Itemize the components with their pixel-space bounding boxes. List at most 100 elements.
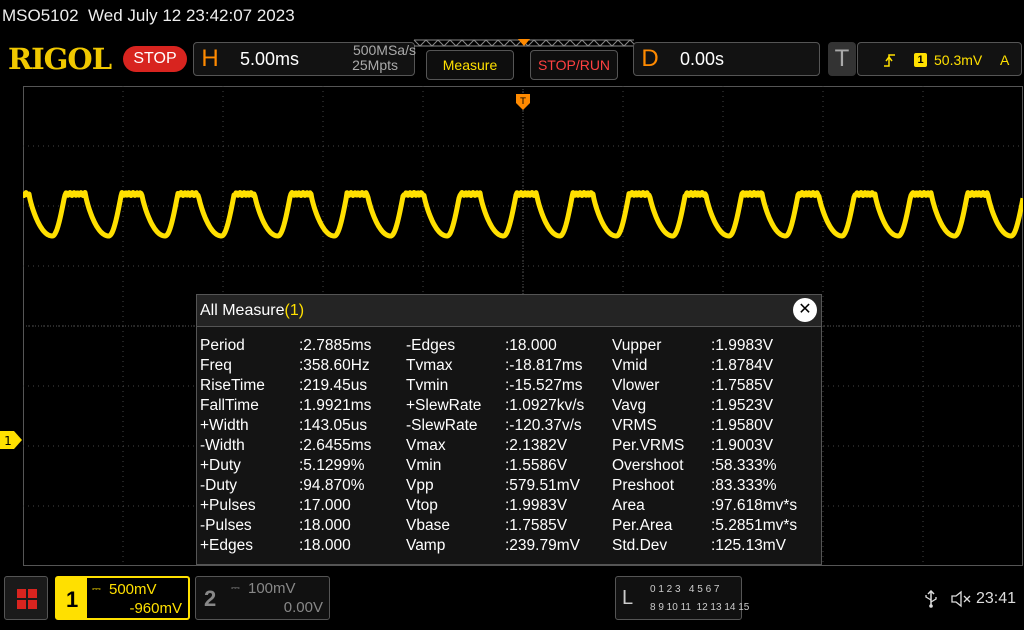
measure-label: Vmin (406, 457, 442, 474)
dc-coupling-icon: ⎓ (92, 583, 101, 595)
measure-label: +Edges (200, 537, 254, 554)
dc-coupling-icon: ⎓ (231, 582, 240, 594)
logic-analyzer-box[interactable]: L 0 1 2 3 4 5 6 7 8 9 10 11 12 13 14 15 (615, 576, 749, 620)
measure-label: Vtop (406, 497, 438, 514)
trigger-position-strip (413, 39, 635, 47)
measure-value: :83.333% (711, 477, 777, 494)
measure-label: Preshoot (612, 477, 675, 494)
trigger-level: 50.3mV (934, 52, 983, 68)
ch2-offset: 0.00V (283, 599, 323, 616)
measure-value: :2.6455ms (299, 437, 372, 454)
clock: 23:41 (976, 590, 1017, 607)
measure-value: :219.45us (299, 377, 368, 394)
bottom-bar: 1 ⎓ 500mV -960mV 2 ⎓ 100mV 0.00V L 0 1 2… (0, 566, 1024, 630)
measure-value: :5.1299% (299, 457, 365, 474)
measure-label: FallTime (200, 397, 259, 414)
measure-value: :579.51mV (505, 477, 580, 494)
measure-value: :5.2851mv*s (711, 517, 798, 534)
measure-value: :58.333% (711, 457, 777, 474)
measure-value: :1.9580V (711, 417, 774, 434)
timebase-value: 5.00ms (240, 49, 300, 69)
measure-panel-title: All Measure(1) (200, 302, 305, 319)
measure-value: :-15.527ms (505, 377, 583, 394)
measure-value: :1.0927kv/s (505, 397, 585, 414)
close-icon[interactable]: ✕ (793, 298, 817, 322)
measure-label: +Duty (200, 457, 241, 474)
sample-rate: 500MSa/s (352, 42, 416, 58)
measure-value: :1.9523V (711, 397, 774, 414)
measure-label: +SlewRate (406, 397, 482, 414)
delay-letter: D (641, 45, 659, 72)
menu-grid-icon[interactable] (4, 576, 48, 620)
measure-label: Vbase (406, 517, 450, 534)
svg-text:1: 1 (4, 434, 12, 448)
trigger-box[interactable]: T 1 50.3mV A (828, 42, 1022, 76)
measure-value: :2.1382V (505, 437, 568, 454)
trigger-rising-edge-icon (884, 54, 895, 67)
measure-label: Tvmin (406, 377, 449, 394)
measure-label: Vmid (612, 357, 648, 374)
speaker-mute-icon[interactable] (950, 590, 972, 608)
measure-value: :1.5586V (505, 457, 568, 474)
measure-label: -SlewRate (406, 417, 478, 434)
stop-run-button[interactable]: STOP/RUN (530, 50, 618, 80)
measure-value: :1.9983V (711, 337, 774, 354)
trigger-letter: T (828, 42, 856, 76)
logic-channels-row-2: 8 9 10 11 12 13 14 15 (650, 602, 750, 613)
measure-label: +Pulses (200, 497, 256, 514)
ch1-number: 1 (66, 587, 79, 612)
memory-depth: 25Mpts (352, 57, 398, 73)
measure-label: -Duty (200, 477, 238, 494)
measure-value: :94.870% (299, 477, 365, 494)
measure-label: Vpp (406, 477, 434, 494)
run-state-badge[interactable]: STOP (123, 46, 187, 72)
measure-value: :1.9983V (505, 497, 568, 514)
measure-label: -Pulses (200, 517, 252, 534)
measure-label: Per.Area (612, 517, 673, 534)
title-bar: MSO5102 Wed July 12 23:42:07 2023 (0, 0, 1024, 34)
measure-value: :1.9921ms (299, 397, 372, 414)
measure-value: :18.000 (299, 537, 351, 554)
measure-label: Vamp (406, 537, 446, 554)
measure-value: :17.000 (299, 497, 351, 514)
rigol-logo: RIGOL (8, 42, 112, 76)
measure-value: :239.79mV (505, 537, 580, 554)
ch2-settings[interactable]: 2 ⎓ 100mV 0.00V (195, 576, 330, 620)
measure-value: :125.13mV (711, 537, 786, 554)
logic-letter: L (622, 587, 634, 609)
logic-channels-row-1: 0 1 2 3 4 5 6 7 (650, 584, 720, 595)
measure-label: Vmax (406, 437, 446, 454)
measure-value: :2.7885ms (299, 337, 372, 354)
usb-icon (925, 590, 937, 608)
trigger-mode: A (1000, 52, 1010, 68)
measure-value: :-18.817ms (505, 357, 583, 374)
ch1-scale: 500mV (109, 581, 157, 598)
ch1-offset-marker[interactable]: 1 (0, 431, 22, 449)
measure-label: Area (612, 497, 645, 514)
top-bar: RIGOL STOP H 5.00ms 500MSa/s 25Mpts Meas… (0, 34, 1024, 86)
measure-label: -Edges (406, 337, 456, 354)
trigger-position-marker[interactable]: T (516, 94, 530, 110)
measure-label: Freq (200, 357, 232, 374)
ch1-offset: -960mV (129, 600, 182, 617)
measure-label: -Width (200, 437, 245, 454)
measure-value: :97.618mv*s (711, 497, 798, 514)
measure-value: :1.7585V (711, 377, 774, 394)
measure-value: :358.60Hz (299, 357, 370, 374)
measure-value: :18.000 (505, 337, 557, 354)
ch1-settings[interactable]: 1 ⎓ 500mV -960mV (55, 576, 190, 620)
title-text: MSO5102 Wed July 12 23:42:07 2023 (2, 6, 295, 25)
measure-label: RiseTime (200, 377, 265, 394)
measure-label: Vavg (612, 397, 647, 414)
horizontal-letter: H (201, 45, 219, 72)
measure-value: :1.9003V (711, 437, 774, 454)
delay-value: 0.00s (680, 49, 725, 69)
measure-label: VRMS (612, 417, 657, 434)
ch2-number: 2 (204, 586, 217, 611)
measure-label: +Width (200, 417, 249, 434)
measure-panel-header: All Measure(1) ✕ (197, 295, 821, 327)
measure-button[interactable]: Measure (426, 50, 514, 80)
measure-label: Std.Dev (612, 537, 668, 554)
measure-value: :1.7585V (505, 517, 568, 534)
ch1-waveform (23, 190, 1023, 239)
